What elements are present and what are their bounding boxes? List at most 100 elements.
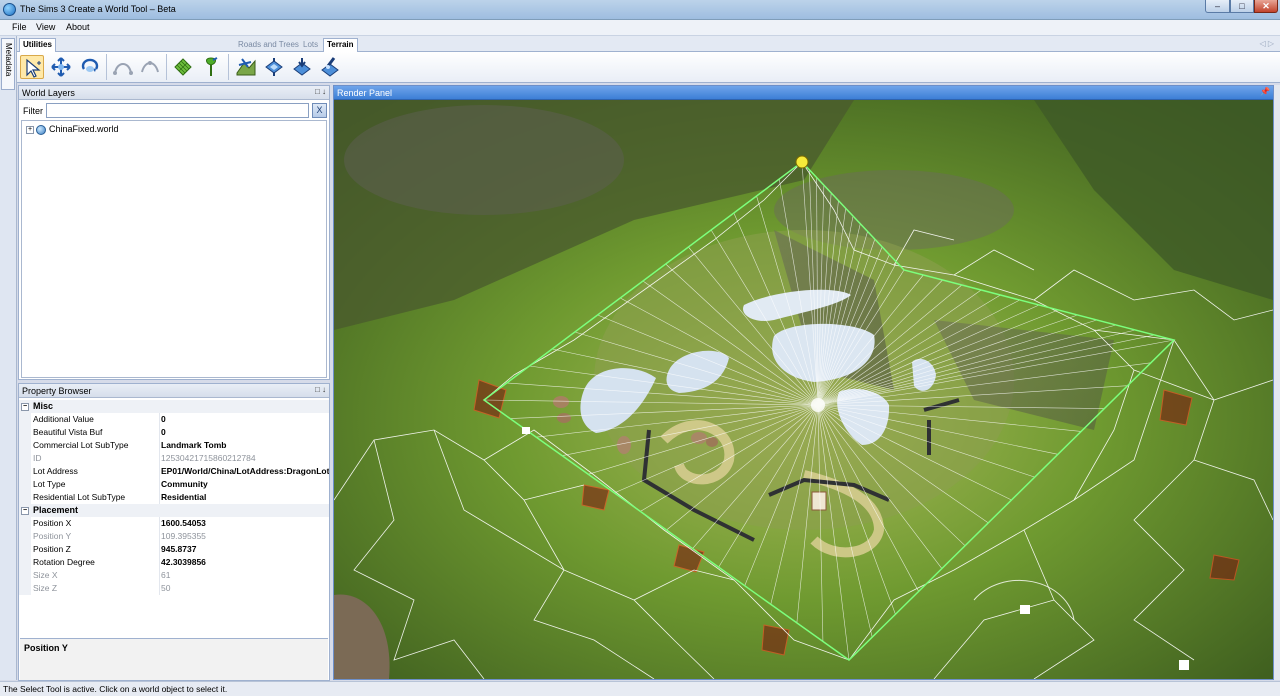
collapse-icon[interactable]: − bbox=[21, 506, 29, 515]
property-value[interactable]: 0 bbox=[161, 413, 329, 426]
select-tool-button[interactable] bbox=[20, 55, 44, 79]
terrain-raise-button[interactable] bbox=[234, 55, 258, 79]
rotate-tool-icon bbox=[81, 58, 99, 72]
lot-icon[interactable] bbox=[522, 427, 530, 434]
property-value[interactable]: EP01/World/China/LotAddress:DragonLot10 bbox=[161, 465, 329, 478]
property-row[interactable]: Size Z 50 bbox=[19, 582, 329, 595]
status-text: The Select Tool is active. Click on a wo… bbox=[3, 684, 228, 694]
terrain-smooth-button[interactable] bbox=[290, 55, 314, 79]
property-value: 50 bbox=[161, 583, 171, 593]
maximize-button[interactable]: □ bbox=[1230, 0, 1254, 13]
property-row[interactable]: ID 12530421715860212784 bbox=[19, 452, 329, 465]
terrain-raise-icon bbox=[236, 58, 256, 76]
property-row[interactable]: Residential Lot SubType Residential bbox=[19, 491, 329, 504]
metadata-tab[interactable]: Metadata bbox=[1, 38, 15, 90]
property-row[interactable]: Size X 61 bbox=[19, 569, 329, 582]
curve-a-button[interactable] bbox=[111, 55, 135, 79]
toolbar-separator bbox=[228, 54, 229, 80]
property-help-title: Position Y bbox=[24, 643, 68, 653]
render-viewport[interactable] bbox=[334, 100, 1273, 679]
property-row[interactable]: Commercial Lot SubType Landmark Tomb bbox=[19, 439, 329, 452]
property-row[interactable]: Position X 1600.54053 bbox=[19, 517, 329, 530]
property-value[interactable]: Landmark Tomb bbox=[161, 439, 329, 452]
render-panel-title-text: Render Panel bbox=[337, 88, 393, 98]
property-key: Position X bbox=[33, 518, 72, 528]
close-button[interactable]: ✕ bbox=[1254, 0, 1278, 13]
terrain-flatten-icon bbox=[265, 58, 283, 76]
filter-clear-button[interactable]: X bbox=[312, 103, 327, 118]
tomb bbox=[811, 491, 827, 511]
property-value[interactable]: 0 bbox=[161, 426, 329, 439]
render-panel: Render Panel 📌 bbox=[333, 85, 1274, 680]
menu-file[interactable]: File bbox=[12, 22, 27, 32]
pin-icon[interactable]: 📌 bbox=[1260, 87, 1270, 96]
grid-icon bbox=[174, 58, 192, 76]
property-key: Position Z bbox=[33, 544, 71, 554]
property-value[interactable]: Residential bbox=[161, 491, 329, 504]
property-row[interactable]: Beautiful Vista Buf 0 bbox=[19, 426, 329, 439]
filter-input[interactable] bbox=[46, 103, 309, 118]
minimize-button[interactable]: – bbox=[1205, 0, 1230, 13]
render-scrollbar[interactable] bbox=[1274, 85, 1280, 680]
property-row[interactable]: Additional Value 0 bbox=[19, 413, 329, 426]
tree-expander-icon[interactable]: + bbox=[26, 125, 34, 134]
lot-icon[interactable] bbox=[1179, 660, 1189, 670]
world-layers-panel: World Layers □ ↓ Filter X + ChinaFixed.wo… bbox=[18, 85, 330, 380]
pin-icon[interactable]: □ ↓ bbox=[315, 385, 326, 394]
world-layers-title-text: World Layers bbox=[22, 88, 75, 98]
lot-marker bbox=[1209, 554, 1240, 581]
tab-utilities[interactable]: Utilities bbox=[19, 38, 56, 53]
rock-area bbox=[344, 105, 624, 215]
rock bbox=[553, 396, 569, 408]
property-value: 12530421715860212784 bbox=[161, 453, 256, 463]
category-label: Placement bbox=[33, 505, 79, 515]
tab-terrain[interactable]: Terrain bbox=[323, 38, 358, 53]
property-row[interactable]: Position Z 945.8737 bbox=[19, 543, 329, 556]
curve-b-button[interactable] bbox=[138, 55, 162, 79]
property-key: Residential Lot SubType bbox=[33, 492, 126, 502]
property-value: 109.395355 bbox=[161, 531, 206, 541]
menu-bar: File View About bbox=[0, 20, 1280, 36]
property-browser-title-text: Property Browser bbox=[22, 386, 92, 396]
lot-center-handle[interactable] bbox=[811, 398, 825, 412]
rock bbox=[691, 432, 707, 444]
property-row[interactable]: Position Y 109.395355 bbox=[19, 530, 329, 543]
render-panel-title: Render Panel 📌 bbox=[334, 86, 1273, 100]
menu-view[interactable]: View bbox=[36, 22, 55, 32]
property-browser-title: Property Browser □ ↓ bbox=[19, 384, 329, 398]
pin-icon[interactable]: □ ↓ bbox=[315, 87, 326, 96]
filter-label: Filter bbox=[23, 106, 43, 116]
property-value[interactable]: Community bbox=[161, 478, 329, 491]
tab-scroll-arrows[interactable]: ◁ ▷ bbox=[1259, 39, 1274, 48]
plant-button[interactable] bbox=[199, 55, 223, 79]
lot-corner-handle[interactable] bbox=[795, 155, 809, 169]
property-value[interactable]: 945.8737 bbox=[161, 543, 329, 556]
tab-roads-and-trees[interactable]: Roads and Trees bbox=[235, 39, 302, 52]
tree-item-world[interactable]: + ChinaFixed.world bbox=[26, 124, 119, 135]
property-row[interactable]: Lot Type Community bbox=[19, 478, 329, 491]
metadata-strip: Metadata bbox=[0, 36, 17, 680]
category-label: Misc bbox=[33, 401, 54, 411]
lot-marker bbox=[581, 484, 610, 511]
category-misc[interactable]: − Misc bbox=[19, 400, 329, 413]
terrain-paint-button[interactable] bbox=[318, 55, 342, 79]
property-key: Size X bbox=[33, 570, 58, 580]
globe-icon bbox=[36, 124, 46, 135]
terrain-scene[interactable] bbox=[334, 100, 1273, 679]
toolbar-separator bbox=[106, 54, 107, 80]
world-layers-title: World Layers □ ↓ bbox=[19, 86, 329, 100]
move-tool-button[interactable] bbox=[49, 55, 73, 79]
lot-icon[interactable] bbox=[1020, 605, 1030, 614]
property-row[interactable]: Rotation Degree 42.3039856 bbox=[19, 556, 329, 569]
curve-b-icon bbox=[141, 61, 159, 73]
category-placement[interactable]: − Placement bbox=[19, 504, 329, 517]
menu-about[interactable]: About bbox=[66, 22, 90, 32]
property-row[interactable]: Lot Address EP01/World/China/LotAddress:D… bbox=[19, 465, 329, 478]
tab-lots[interactable]: Lots bbox=[300, 39, 321, 52]
collapse-icon[interactable]: − bbox=[21, 402, 29, 411]
terrain-flatten-button[interactable] bbox=[262, 55, 286, 79]
property-value[interactable]: 1600.54053 bbox=[161, 517, 329, 530]
rotate-tool-button[interactable] bbox=[78, 55, 102, 79]
property-value[interactable]: 42.3039856 bbox=[161, 556, 329, 569]
grid-button[interactable] bbox=[171, 55, 195, 79]
